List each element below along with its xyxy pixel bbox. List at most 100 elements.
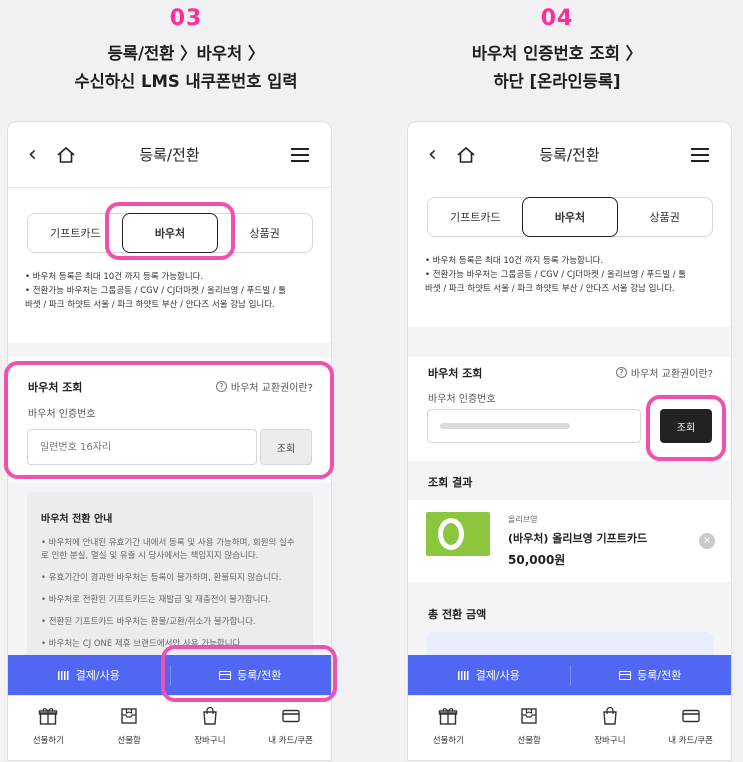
nav-label: 선물함	[517, 736, 541, 746]
giftbox-icon	[121, 708, 137, 724]
notice-text: • 바우처 등록은 최대 10건 까지 등록 가능합니다. • 전환가능 바우처…	[425, 254, 720, 296]
notice-line: • 바우처 등록은 최대 10건 까지 등록 가능합니다.	[425, 256, 604, 266]
step-number: 03	[169, 6, 203, 31]
tab-voucher[interactable]: 바우처	[121, 213, 219, 253]
step-03-caption: 03 등록/전환 〉바우처 〉 수신하신 LMS 내쿠폰번호 입력	[0, 0, 372, 96]
register-convert-button[interactable]: 등록/전환	[569, 655, 732, 695]
hamburger-menu-icon[interactable]	[691, 148, 709, 162]
help-link-label: 바우처 교환권이란?	[630, 369, 713, 380]
app-header: ‹ 등록/전환	[408, 122, 731, 188]
phone-screen-step-04: ‹ 등록/전환 기프트카드 바우처 상품권 • 바우처 등록은 최대 10건 까…	[407, 121, 732, 761]
tab-section: 기프트카드 바우처 상품권 • 바우처 등록은 최대 10건 까지 등록 가능합…	[408, 182, 731, 327]
phone-screen-step-03: ‹ 등록/전환 기프트카드 바우처 상품권 • 바우처 등록은 최대 10건 까…	[7, 121, 332, 761]
action-bar: 결제/사용 등록/전환	[8, 655, 331, 695]
step-number: 04	[540, 6, 574, 31]
pay-use-button[interactable]: 결제/사용	[408, 655, 570, 695]
action-label: 결제/사용	[475, 669, 520, 682]
gift-icon	[439, 708, 458, 725]
section-title: 바우처 조회	[428, 367, 483, 380]
result-card: 올리브영 (바우처) 올리브영 기프트카드 50,000원 ×	[408, 500, 731, 582]
tab-gift-certificate[interactable]: 상품권	[617, 198, 712, 236]
nav-label: 장바구니	[194, 736, 226, 746]
gift-icon	[39, 708, 58, 725]
hamburger-menu-icon[interactable]	[291, 148, 309, 162]
product-price: 50,000원	[508, 553, 566, 567]
question-icon: ?	[615, 367, 627, 378]
voucher-help-link[interactable]: ? 바우처 교환권이란?	[215, 379, 313, 394]
blurred-code-value	[440, 423, 570, 429]
remove-item-icon[interactable]: ×	[699, 533, 715, 549]
voucher-help-link[interactable]: ? 바우처 교환권이란?	[615, 365, 713, 380]
card-icon	[681, 709, 700, 723]
total-title: 총 전환 금액	[428, 608, 487, 621]
action-label: 등록/전환	[637, 669, 682, 682]
nav-gift[interactable]: 선물하기	[408, 696, 489, 760]
step-line-2: 하단 [온라인등록]	[493, 72, 621, 91]
oliveyoung-logo-icon	[426, 512, 490, 556]
nav-label: 선물하기	[432, 736, 465, 746]
voucher-type-tabs: 기프트카드 바우처 상품권	[427, 197, 713, 237]
tab-giftcard[interactable]: 기프트카드	[428, 198, 523, 236]
card-icon	[281, 709, 300, 723]
shopping-bag-icon	[603, 706, 617, 725]
field-label: 바우처 인증번호	[28, 409, 96, 420]
guide-item: • 유효기간이 경과한 바우처는 등록이 불가하며, 환불되지 않습니다.	[41, 573, 282, 583]
field-label: 바우처 인증번호	[428, 394, 496, 405]
action-label: 등록/전환	[237, 669, 282, 682]
nav-cart[interactable]: 장바구니	[570, 696, 651, 760]
notice-line: 바셋 / 파크 하얏트 서울 / 파크 하얏트 부산 / 안다즈 서울 강남 입…	[25, 300, 275, 310]
barcode-icon	[457, 670, 470, 680]
guide-item: • 바우처로 전환된 기프트카드는 재발급 및 재충전이 불가합니다.	[41, 595, 271, 605]
nav-my-card-coupon[interactable]: 내 카드/쿠폰	[650, 696, 731, 760]
guide-item: • 바우처는 CJ ONE 제휴 브랜드에서만 사용 가능합니다.	[41, 639, 244, 649]
giftbox-icon	[521, 708, 537, 724]
nav-gift[interactable]: 선물하기	[8, 696, 89, 760]
voucher-code-input-filled[interactable]	[427, 409, 641, 443]
guide-title: 바우처 전환 안내	[41, 514, 113, 525]
app-header: ‹ 등록/전환	[8, 122, 331, 188]
nav-giftbox[interactable]: 선물함	[89, 696, 170, 760]
shopping-bag-icon	[203, 706, 217, 725]
bottom-navigation: 선물하기 선물함 장바구니 내 카드/쿠폰	[408, 695, 731, 760]
nav-my-card-coupon[interactable]: 내 카드/쿠폰	[250, 696, 331, 760]
nav-label: 장바구니	[594, 736, 626, 746]
step-line-1: 등록/전환 〉바우처 〉	[107, 44, 265, 63]
question-icon: ?	[215, 381, 227, 392]
bottom-navigation: 선물하기 선물함 장바구니 내 카드/쿠폰	[8, 695, 331, 760]
action-label: 결제/사용	[75, 669, 120, 682]
notice-line: • 전환가능 바우처는 그룹공동 / CGV / CJ더마켓 / 올리브영 / …	[425, 270, 687, 280]
tab-giftcard[interactable]: 기프트카드	[28, 214, 123, 252]
help-link-label: 바우처 교환권이란?	[230, 383, 313, 394]
tab-section: 기프트카드 바우처 상품권 • 바우처 등록은 최대 10건 까지 등록 가능합…	[8, 188, 331, 343]
voucher-code-input[interactable]	[27, 429, 257, 465]
notice-line: 바셋 / 파크 하얏트 서울 / 파크 하얏트 부산 / 안다즈 서울 강남 입…	[425, 284, 675, 294]
nav-giftbox[interactable]: 선물함	[489, 696, 570, 760]
guide-item: • 바우처에 안내된 유효기간 내에서 등록 및 사용 가능하며, 회원의 실수…	[41, 538, 295, 561]
search-button[interactable]: 조회	[260, 429, 312, 465]
tab-voucher[interactable]: 바우처	[521, 197, 619, 237]
step-04-caption: 04 바우처 인증번호 조회 〉 하단 [온라인등록]	[371, 0, 743, 96]
page-title: 등록/전환	[139, 146, 200, 164]
notice-text: • 바우처 등록은 최대 10건 까지 등록 가능합니다. • 전환가능 바우처…	[25, 270, 320, 312]
product-name: (바우처) 올리브영 기프트카드	[508, 532, 648, 545]
nav-label: 선물함	[117, 736, 141, 746]
card-plus-icon	[619, 670, 632, 680]
step-line-1: 바우처 인증번호 조회 〉	[471, 44, 643, 63]
brand-name: 올리브영	[508, 515, 538, 524]
section-title: 바우처 조회	[28, 381, 83, 394]
nav-cart[interactable]: 장바구니	[170, 696, 251, 760]
notice-line: • 전환가능 바우처는 그룹공동 / CGV / CJ더마켓 / 올리브영 / …	[25, 286, 287, 296]
voucher-type-tabs: 기프트카드 바우처 상품권	[27, 213, 313, 253]
pay-use-button[interactable]: 결제/사용	[8, 655, 170, 695]
search-button[interactable]: 조회	[660, 409, 712, 443]
nav-label: 내 카드/쿠폰	[668, 736, 713, 746]
register-convert-button[interactable]: 등록/전환	[169, 655, 332, 695]
tab-gift-certificate[interactable]: 상품권	[217, 214, 312, 252]
notice-line: • 바우처 등록은 최대 10건 까지 등록 가능합니다.	[25, 272, 204, 282]
voucher-guide-box: 바우처 전환 안내 • 바우처에 안내된 유효기간 내에서 등록 및 사용 가능…	[27, 492, 313, 682]
voucher-search-section: 바우처 조회 ? 바우처 교환권이란? 바우처 인증번호 조회	[408, 357, 731, 461]
guide-item: • 전환된 기프트카드 바우처는 환불/교환/취소가 불가합니다.	[41, 617, 256, 627]
action-bar: 결제/사용 등록/전환	[408, 655, 731, 695]
voucher-search-section: 바우처 조회 ? 바우처 교환권이란? 바우처 인증번호 조회	[8, 357, 331, 482]
barcode-icon	[57, 670, 70, 680]
